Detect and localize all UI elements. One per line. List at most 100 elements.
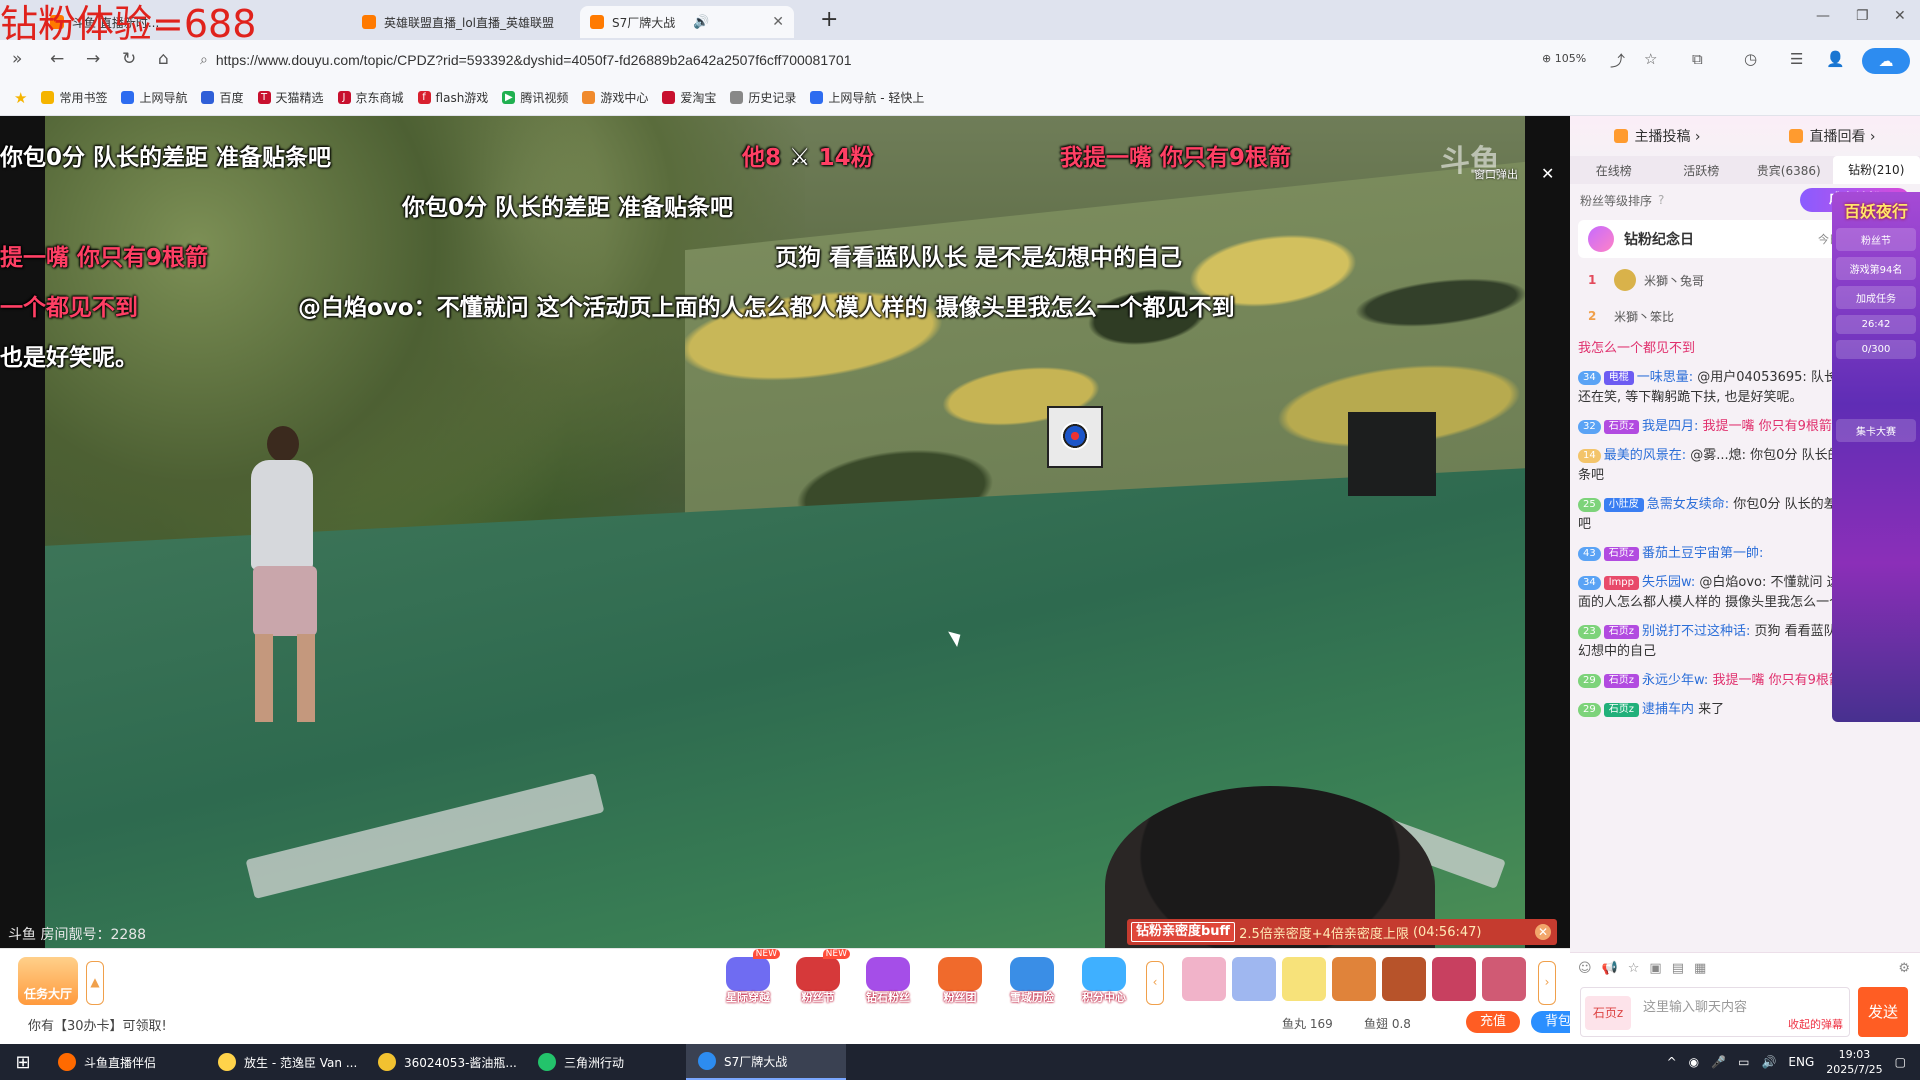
taskbar-item[interactable]: 放生 - 范逸臣 Van ... bbox=[206, 1044, 366, 1080]
expand-arrow-icon[interactable]: ▲ bbox=[86, 961, 104, 1005]
user-icon[interactable]: 👤 bbox=[1826, 50, 1845, 68]
forward-icon[interactable]: → bbox=[86, 48, 100, 70]
taskbar-item-active[interactable]: S7厂牌大战 bbox=[686, 1044, 846, 1080]
windows-start-icon[interactable]: ⊞ bbox=[0, 1052, 46, 1073]
popout-window-button[interactable]: 窗口弹出 bbox=[1474, 166, 1518, 182]
chat-nickname[interactable]: 失乐园w: bbox=[1642, 575, 1695, 590]
claim-reminder[interactable]: 你有【30办卡】可领取! bbox=[28, 1015, 167, 1034]
settings-icon[interactable]: ⚙ bbox=[1898, 961, 1910, 976]
color-icon[interactable]: ▤ bbox=[1672, 961, 1684, 976]
clock[interactable]: 19:03 2025/7/25 bbox=[1826, 1047, 1882, 1077]
bookmark-game-center[interactable]: 游戏中心 bbox=[582, 89, 648, 106]
bookmark-baidu[interactable]: 百度 bbox=[201, 89, 244, 106]
speaker-icon[interactable]: 🔊 bbox=[693, 15, 709, 30]
replay-link[interactable]: 直播回看 › bbox=[1789, 126, 1876, 146]
bookmark-tmall[interactable]: T 天猫精选 bbox=[257, 89, 324, 106]
zoom-level[interactable]: ⊕ 105% bbox=[1542, 52, 1586, 65]
chat-nickname[interactable]: 别说打不过这种话: bbox=[1642, 624, 1750, 639]
bookmark-taobao[interactable]: 爱淘宝 bbox=[662, 89, 716, 106]
gift-icon[interactable] bbox=[1382, 957, 1426, 1001]
extensions-icon[interactable]: ⧉ bbox=[1692, 50, 1703, 68]
tray-app-icon[interactable]: ◉ bbox=[1689, 1055, 1699, 1069]
emoji-icon[interactable]: ☺ bbox=[1578, 961, 1592, 976]
anchor-post-link[interactable]: 主播投稿 › bbox=[1614, 126, 1701, 146]
badge-icon[interactable]: ☆ bbox=[1628, 961, 1640, 976]
chat-nickname[interactable]: 永远少年w: bbox=[1642, 673, 1708, 688]
chat-nickname[interactable]: 逮捕车内 bbox=[1642, 702, 1694, 717]
minimize-icon[interactable]: — bbox=[1816, 8, 1830, 24]
bookmark-history[interactable]: 历史记录 bbox=[730, 89, 796, 106]
activity-diamond-fans[interactable]: 钻石粉丝 bbox=[858, 957, 918, 1004]
bookmark-star-icon[interactable]: ★ bbox=[14, 89, 27, 107]
gift-icon[interactable] bbox=[1332, 957, 1376, 1001]
activity-star-travel[interactable]: NEW 星际穿越 bbox=[718, 949, 780, 1004]
bookmark-flash[interactable]: f flash游戏 bbox=[417, 89, 488, 106]
chat-nickname[interactable]: 番茄土豆宇宙第一帥: bbox=[1642, 546, 1763, 561]
home-icon[interactable]: ⌂ bbox=[158, 48, 169, 70]
history-icon[interactable]: ◷ bbox=[1744, 50, 1757, 68]
activity-points-center[interactable]: 积分中心 bbox=[1074, 957, 1134, 1004]
recharge-button[interactable]: 充值 bbox=[1466, 1011, 1520, 1033]
video-player[interactable]: 斗鱼 窗口弹出 ✕ 你包0分 队长的差距 准备贴条吧 他8 ⚔ 14粉 我提一嘴… bbox=[0, 116, 1570, 948]
cloud-sync-button[interactable]: ☁ bbox=[1862, 48, 1910, 74]
chat-nickname[interactable]: 一味思量: bbox=[1637, 370, 1693, 385]
gift-icon[interactable] bbox=[1182, 957, 1226, 1001]
close-window-icon[interactable]: ✕ bbox=[1894, 8, 1906, 24]
chat-nickname[interactable]: 我是四月: bbox=[1642, 419, 1698, 434]
gift-icon[interactable] bbox=[1482, 957, 1526, 1001]
tab-active[interactable]: 活跃榜 bbox=[1658, 162, 1746, 179]
sidebar-toggle-icon[interactable]: » bbox=[12, 48, 22, 70]
close-buff-icon[interactable]: ✕ bbox=[1535, 924, 1551, 940]
tab-s7-active[interactable]: S7厂牌大战 🔊 ✕ bbox=[580, 6, 794, 38]
restore-icon[interactable]: ❐ bbox=[1856, 8, 1869, 24]
chat-input[interactable]: 石页z 这里输入聊天内容 收起的弹幕 bbox=[1580, 987, 1850, 1037]
activity-fan-club[interactable]: 粉丝团 bbox=[930, 957, 990, 1004]
close-tab-icon[interactable]: ✕ bbox=[772, 14, 784, 30]
new-tab-button[interactable]: + bbox=[820, 6, 838, 34]
advanced-icon[interactable]: ▦ bbox=[1694, 961, 1706, 976]
fan-sort-label[interactable]: 粉丝等级排序 bbox=[1580, 192, 1652, 209]
volume-icon[interactable]: 🔊 bbox=[1761, 1055, 1776, 1069]
back-icon[interactable]: ← bbox=[50, 48, 64, 70]
scroll-right-icon[interactable]: › bbox=[1538, 961, 1556, 1005]
bookmark-tencent-video[interactable]: ▶ 腾讯视频 bbox=[502, 89, 568, 106]
share-icon[interactable]: ⤴ bbox=[1610, 50, 1625, 71]
task-hall-button[interactable]: 任务大厅 bbox=[18, 957, 78, 1005]
chat-nickname[interactable]: 最美的风景在: bbox=[1604, 448, 1686, 463]
event-banner[interactable]: 百妖夜行 粉丝节 游戏第94名 加成任务 26:42 0/300 集卡大赛 bbox=[1832, 192, 1920, 722]
bookmark-jd[interactable]: J 京东商城 bbox=[337, 89, 404, 106]
activity-snow-adventure[interactable]: 雪域历险 bbox=[1002, 957, 1062, 1004]
language-indicator[interactable]: ENG bbox=[1788, 1055, 1814, 1069]
tab-lol-live[interactable]: 英雄联盟直播_lol直播_英雄联盟 bbox=[352, 6, 574, 38]
tab-vip[interactable]: 贵宾(6386) bbox=[1745, 162, 1833, 179]
gift-icon[interactable] bbox=[1432, 957, 1476, 1001]
taskbar-item[interactable]: 三角洲行动 bbox=[526, 1044, 686, 1080]
card-icon[interactable]: ▣ bbox=[1649, 961, 1661, 976]
activity-fan-festival[interactable]: NEW 粉丝节 bbox=[788, 949, 850, 1004]
taskbar-item[interactable]: 斗鱼直播伴侣 bbox=[46, 1044, 206, 1080]
megaphone-icon[interactable]: 📢 bbox=[1602, 961, 1618, 976]
send-button[interactable]: 发送 bbox=[1858, 987, 1908, 1037]
address-bar[interactable]: ⌕ https://www.douyu.com/topic/CPDZ?rid=5… bbox=[192, 46, 1552, 74]
bookmark-common[interactable]: 常用书签 bbox=[41, 89, 107, 106]
tray-expand-icon[interactable]: ^ bbox=[1667, 1055, 1677, 1069]
chat-nickname[interactable]: 急需女友续命: bbox=[1647, 497, 1729, 512]
bookmark-nav[interactable]: 上网导航 bbox=[121, 89, 187, 106]
network-icon[interactable]: ▭ bbox=[1738, 1055, 1749, 1069]
fan-badge-selector[interactable]: 石页z bbox=[1585, 996, 1631, 1030]
reload-icon[interactable]: ↻ bbox=[122, 48, 136, 70]
tab-online[interactable]: 在线榜 bbox=[1570, 162, 1658, 179]
taskbar-item[interactable]: 36024053-酱油瓶... bbox=[366, 1044, 526, 1080]
microphone-icon[interactable]: 🎤 bbox=[1711, 1055, 1726, 1069]
collapsed-danmu-link[interactable]: 收起的弹幕 bbox=[1788, 1016, 1843, 1032]
star-icon[interactable]: ☆ bbox=[1644, 50, 1657, 68]
notification-icon[interactable]: ▢ bbox=[1895, 1055, 1906, 1069]
scroll-left-icon[interactable]: ‹ bbox=[1146, 961, 1164, 1005]
gift-icon[interactable] bbox=[1232, 957, 1276, 1001]
gift-icon[interactable] bbox=[1282, 957, 1326, 1001]
tab-diamond-fans[interactable]: 钻粉(210) bbox=[1832, 156, 1920, 184]
close-icon[interactable]: ✕ bbox=[1541, 164, 1554, 183]
bookmark-nav-light[interactable]: 上网导航 - 轻快上 bbox=[810, 89, 924, 106]
menu-icon[interactable]: ☰ bbox=[1790, 50, 1803, 68]
help-icon[interactable]: ? bbox=[1658, 193, 1664, 207]
